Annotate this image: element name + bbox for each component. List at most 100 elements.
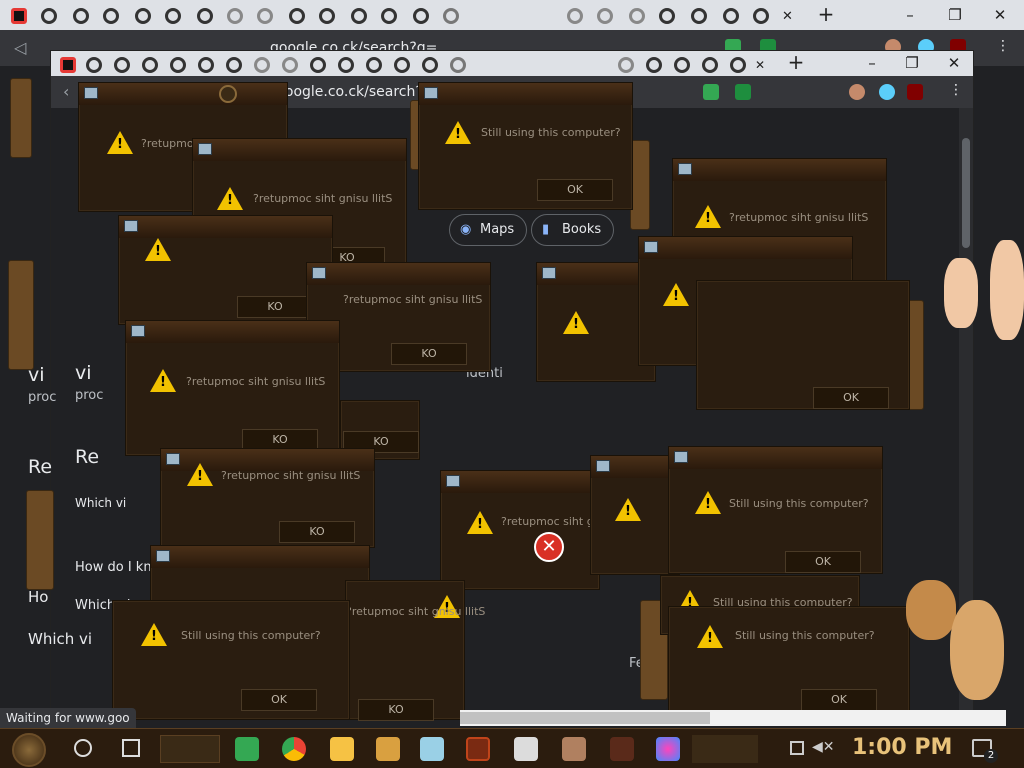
browser-tab[interactable] (378, 5, 400, 27)
task-view-icon[interactable] (122, 739, 140, 757)
restore-button[interactable]: ❐ (897, 52, 927, 74)
browser-tab[interactable] (363, 54, 385, 76)
ok-button[interactable]: OK (785, 551, 861, 573)
volume-muted-icon[interactable]: ◀✕ (812, 739, 835, 755)
browser-tab[interactable] (316, 5, 338, 27)
question-item[interactable]: How do I kn (75, 560, 152, 575)
browser-tab[interactable] (307, 54, 329, 76)
browser-tab[interactable] (688, 5, 710, 27)
close-window-button[interactable]: ✕ (985, 4, 1015, 26)
app-icon[interactable] (466, 737, 490, 761)
horizontal-scrollbar[interactable] (460, 710, 1006, 726)
new-tab-button[interactable]: + (815, 3, 837, 25)
ko-button[interactable]: KO (358, 699, 434, 721)
browser-tab[interactable] (38, 5, 60, 27)
extension-icon[interactable] (735, 84, 751, 100)
taskbar-slot[interactable] (692, 735, 758, 763)
browser-tab[interactable] (656, 5, 678, 27)
browser-tab[interactable] (57, 54, 79, 76)
back-arrow-icon[interactable]: ‹ (63, 82, 69, 101)
browser-tab[interactable] (643, 54, 665, 76)
browser-tab[interactable] (111, 54, 133, 76)
chip-maps[interactable]: ◉ Maps (449, 214, 528, 246)
browser-tab[interactable] (419, 54, 441, 76)
minimize-button[interactable]: – (857, 52, 887, 74)
extension-icon[interactable] (703, 84, 719, 100)
scroll-thumb[interactable] (962, 138, 970, 248)
sheets-icon[interactable] (235, 737, 259, 761)
ko-button[interactable]: KO (237, 296, 313, 318)
browser-tab[interactable] (194, 5, 216, 27)
browser-tab[interactable] (83, 54, 105, 76)
browser-tab[interactable] (671, 54, 693, 76)
browser-tab[interactable] (254, 5, 276, 27)
browser-tab[interactable] (410, 5, 432, 27)
extension-icon[interactable] (879, 84, 895, 100)
browser-tab[interactable] (224, 5, 246, 27)
ko-button[interactable]: KO (391, 343, 467, 365)
question-item[interactable]: Which vi (28, 630, 92, 648)
browser-tab[interactable] (279, 54, 301, 76)
browser-tab[interactable] (615, 54, 637, 76)
active-tab[interactable]: ✕ (755, 54, 779, 76)
app-icon[interactable] (376, 737, 400, 761)
browser-tab[interactable] (286, 5, 308, 27)
browser-tab[interactable] (348, 5, 370, 27)
ublock-icon[interactable] (907, 84, 923, 100)
ok-button[interactable]: OK (813, 387, 889, 409)
minimize-button[interactable]: – (895, 4, 925, 26)
profile-avatar[interactable] (849, 84, 865, 100)
chip-books[interactable]: ▮ Books (531, 214, 615, 246)
browser-tab[interactable] (70, 5, 92, 27)
app-icon[interactable] (610, 737, 634, 761)
result-title[interactable]: vi (75, 362, 92, 384)
back-arrow-icon[interactable]: ◁ (14, 38, 26, 57)
app-icon[interactable] (562, 737, 586, 761)
browser-tab[interactable] (132, 5, 154, 27)
browser-tab[interactable] (727, 54, 749, 76)
network-icon[interactable] (790, 741, 804, 755)
browser-tab[interactable] (440, 5, 462, 27)
browser-tab[interactable] (699, 54, 721, 76)
browser-tab[interactable] (100, 5, 122, 27)
folder-icon[interactable] (330, 737, 354, 761)
close-window-button[interactable]: ✕ (939, 52, 969, 74)
question-item[interactable]: Which vi (75, 496, 126, 510)
active-tab[interactable]: ✕ (782, 5, 808, 27)
address-bar[interactable]: google.co.ck/search?q (276, 78, 432, 106)
close-tab-icon[interactable]: ✕ (782, 9, 793, 24)
browser-tab[interactable] (626, 5, 648, 27)
calculator-icon[interactable] (514, 737, 538, 761)
ok-button[interactable]: OK (537, 179, 613, 201)
cortana-icon[interactable] (74, 739, 92, 757)
browser-tab[interactable] (162, 5, 184, 27)
clock[interactable]: 1:00 PM (852, 735, 952, 760)
taskbar-search[interactable] (160, 735, 220, 763)
menu-icon[interactable]: ⋮ (949, 82, 963, 98)
ok-button[interactable]: OK (241, 689, 317, 711)
browser-tab[interactable] (564, 5, 586, 27)
browser-tab[interactable] (750, 5, 772, 27)
browser-tab[interactable] (223, 54, 245, 76)
scroll-thumb[interactable] (460, 712, 710, 724)
browser-tab[interactable] (167, 54, 189, 76)
chrome-icon[interactable] (282, 737, 306, 761)
paint-icon[interactable] (656, 737, 680, 761)
start-button[interactable] (12, 733, 46, 767)
new-tab-button[interactable]: + (785, 51, 807, 73)
browser-tab[interactable] (195, 54, 217, 76)
question-item[interactable]: Ho (28, 588, 48, 606)
menu-icon[interactable]: ⋮ (996, 38, 1010, 54)
browser-tab[interactable] (391, 54, 413, 76)
app-icon[interactable] (420, 737, 444, 761)
close-tab-icon[interactable]: ✕ (755, 58, 765, 72)
ko-button[interactable]: KO (279, 521, 355, 543)
browser-tab[interactable] (139, 54, 161, 76)
browser-tab[interactable] (594, 5, 616, 27)
browser-tab[interactable] (720, 5, 742, 27)
restore-button[interactable]: ❐ (940, 4, 970, 26)
browser-tab[interactable] (251, 54, 273, 76)
browser-tab[interactable] (8, 5, 30, 27)
browser-tab[interactable] (335, 54, 357, 76)
browser-tab[interactable] (447, 54, 469, 76)
